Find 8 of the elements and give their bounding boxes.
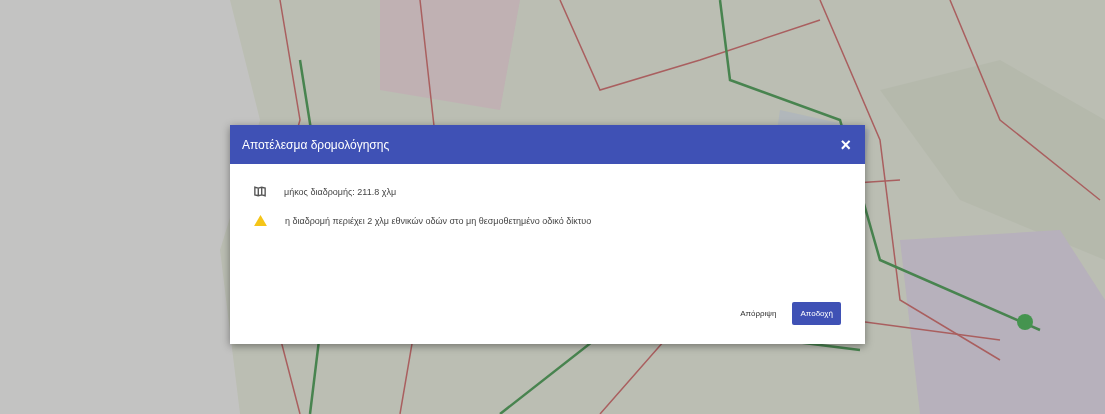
close-button[interactable]: × xyxy=(838,135,853,154)
warning-icon xyxy=(254,215,267,226)
dialog-title: Αποτέλεσμα δρομολόγησης xyxy=(242,137,390,152)
map-icon xyxy=(254,186,266,197)
reject-button[interactable]: Απόρριψη xyxy=(736,302,781,325)
message-text: η διαδρομή περιέχει 2 χλμ εθνικών οδών στο μη θεσμοθετημένο οδικό δίκτυο xyxy=(285,215,592,226)
message-text: μήκος διαδρομής: 211.8 χλμ xyxy=(284,186,397,197)
accept-button[interactable]: Αποδοχή xyxy=(792,302,841,325)
